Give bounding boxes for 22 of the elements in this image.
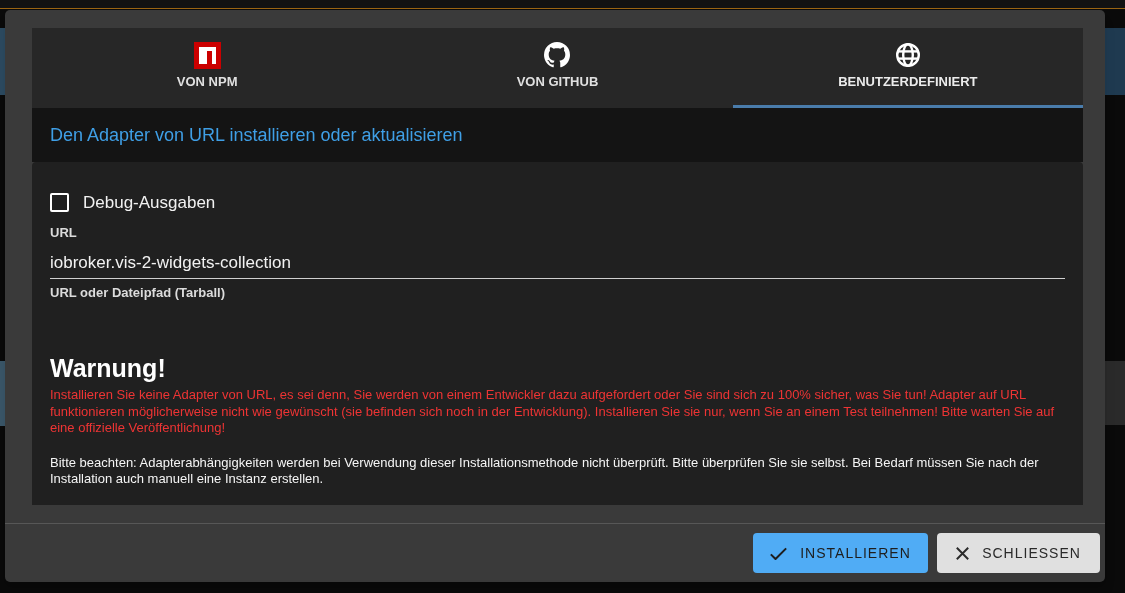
checkmark-icon (770, 546, 788, 560)
install-button[interactable]: INSTALLIEREN (753, 533, 928, 573)
tab[interactable]: VON GITHUB (382, 28, 733, 108)
npm-logo-icon (193, 41, 221, 69)
checkbox[interactable] (50, 193, 69, 212)
close-icon (956, 546, 970, 560)
note-text: Bitte beachten: Adapterabhängigkeiten werden bei Verwendung dieser Installationsmethode nicht überprüft. Bitte überprüfen Sie sie selbst. Bei Bedarf müssen Sie nach der Installation auch manuell eine Instanz erstellen. (50, 454, 1040, 488)
card-image (1105, 28, 1125, 95)
card-header (1105, 361, 1125, 425)
globe-icon (895, 43, 920, 67)
url-input[interactable]: iobroker.vis-2-widgets-collection (50, 248, 1065, 279)
helper-text: URL oder Dateipfad (Tarball) (50, 285, 226, 301)
close-button[interactable]: SCHLIESSEN (937, 533, 1100, 573)
warning-title: Warnung! (50, 353, 166, 383)
field-label: URL (50, 225, 77, 241)
card-image (0, 28, 5, 95)
checkbox-label[interactable]: Debug-Ausgaben (83, 189, 216, 216)
card-image (0, 361, 5, 426)
tab[interactable]: VON NPM (32, 28, 383, 108)
github-logo-icon (544, 42, 571, 68)
warning-text: Installieren Sie keine Adapter von URL, es sei denn, Sie werden von einem Entwickler dazu aufgefordert oder Sie sind sich zu 100% sicher, was Sie tun! Adapter auf URL funktionieren möglicherweise nicht wie gewünscht (sie befinden sich noch in der Entwicklung). Installieren Sie sie nur, wenn Sie an einem Test teilnehmen! Bitte warten Sie auf eine offizielle Veröffentlichung! (50, 387, 1056, 437)
dialog-heading: Den Adapter von URL installieren oder aktualisieren (50, 123, 463, 147)
